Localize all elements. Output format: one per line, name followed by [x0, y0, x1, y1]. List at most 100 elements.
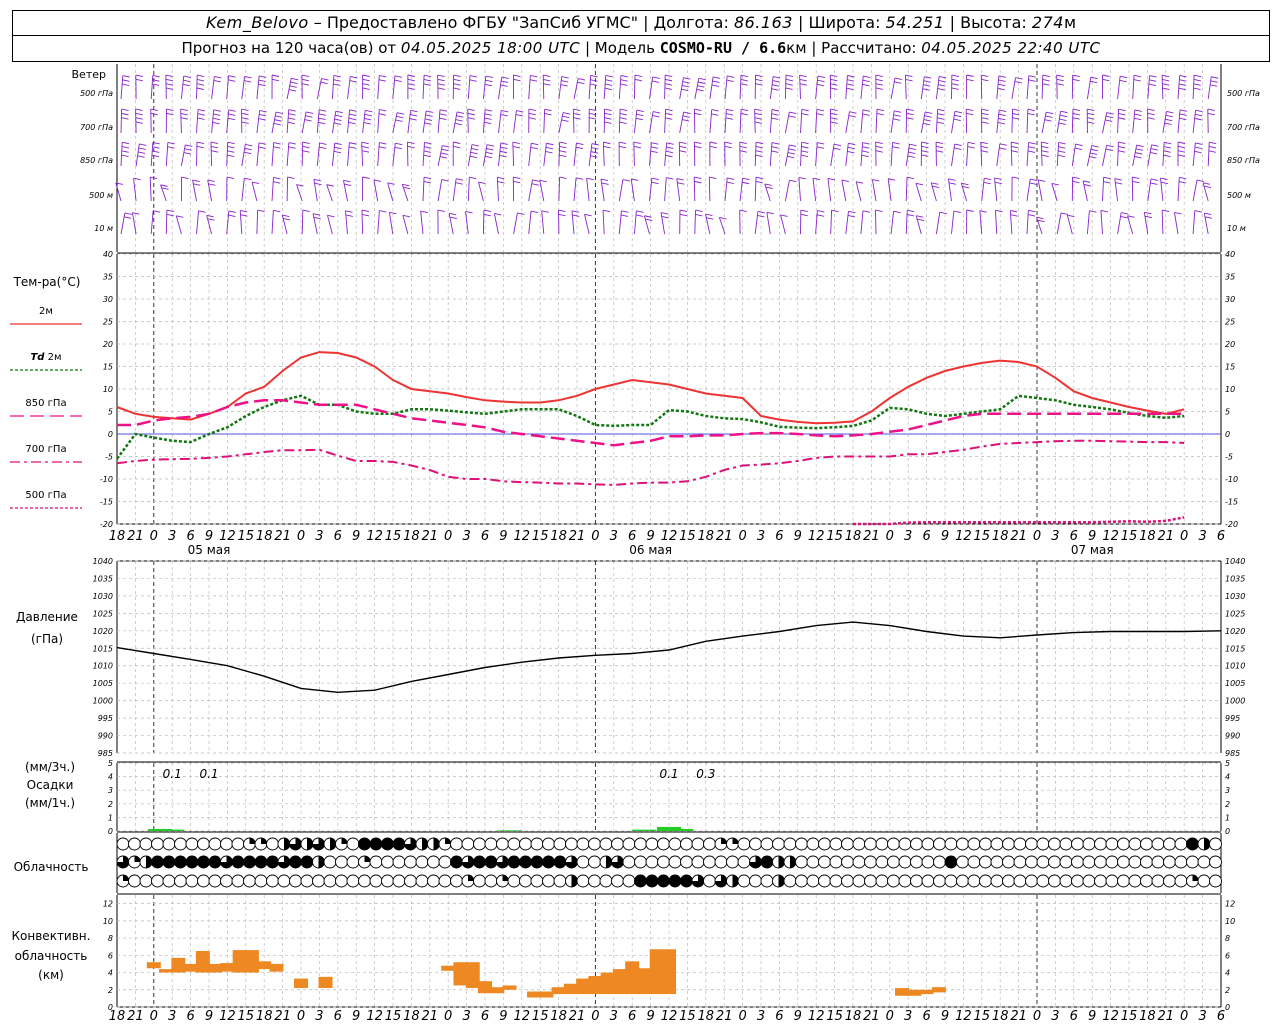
cloud-circle — [208, 874, 222, 888]
cloud-circle — [450, 837, 463, 851]
temp-xtick: 12 — [366, 529, 383, 544]
wind-barb — [496, 177, 499, 202]
wind-barb-flag — [604, 121, 612, 124]
wind-barb-flag — [513, 180, 521, 184]
wind-barb-flag — [695, 213, 703, 217]
prec-ytick-left: 1 — [108, 813, 113, 822]
temp-xtick: 12 — [219, 529, 236, 544]
wind-barb-flag — [1072, 108, 1081, 112]
cloud-circle — [887, 874, 900, 888]
conv-bar — [232, 950, 247, 973]
wind-barb — [401, 184, 409, 202]
cloud-circle — [1209, 874, 1222, 888]
wind-barb-flag — [1045, 115, 1053, 118]
wind-barb — [1086, 77, 1092, 100]
wind-barb-flag — [1072, 180, 1080, 184]
cloud-full — [473, 856, 486, 868]
cloud-circle — [1105, 855, 1119, 869]
wind-barb-flag — [799, 83, 808, 86]
cloud-circle — [680, 837, 693, 851]
wind-barb-flag — [180, 117, 189, 120]
wind-barb — [1174, 212, 1179, 235]
wind-barb-flag — [924, 115, 932, 118]
wind-barb — [724, 75, 728, 100]
wind-barb — [739, 178, 743, 202]
temp-xtick: 0 — [591, 529, 599, 544]
cloud-fill — [732, 838, 739, 844]
cloud-full — [301, 856, 313, 868]
wind-barb-flag — [227, 141, 235, 145]
wind-barb-flag — [1056, 83, 1064, 86]
conv-xtick: 3 — [1051, 1009, 1059, 1024]
cloud-circle — [392, 874, 406, 888]
wind-barb-flag — [528, 108, 537, 111]
cloud-circle — [358, 874, 371, 888]
cloud-circle — [1094, 855, 1107, 869]
wind-barb-flag — [620, 108, 628, 112]
wind-barb-flag — [875, 78, 883, 82]
cloud-circle — [921, 855, 935, 869]
wind-barb-flag — [301, 74, 310, 77]
wind-barb-flag — [183, 75, 191, 78]
wind-barb-flag — [619, 112, 628, 116]
wind-barb — [256, 142, 260, 167]
wind-barb-flag — [541, 210, 549, 213]
cloud-circle — [726, 855, 739, 869]
cloud-circle — [749, 837, 762, 851]
temp-xtick: 15 — [1121, 529, 1138, 544]
wind-barb-flag — [1132, 176, 1140, 179]
pres-ytick-right: 990 — [1225, 732, 1240, 741]
wind-barb — [994, 177, 998, 202]
cloud-circle — [174, 837, 187, 851]
wind-barb — [180, 75, 185, 100]
conv-ytick-left: 4 — [108, 969, 113, 978]
wind-barb-flag — [572, 214, 580, 217]
wind-barb-flag — [922, 88, 930, 91]
wind-barb-flag — [1011, 145, 1019, 149]
legend-700: 700 гПа — [25, 444, 67, 455]
temp-xtick: 6 — [186, 529, 194, 544]
cloud-circle — [875, 874, 889, 888]
wind-barb-flag — [636, 113, 644, 117]
cloud-circle — [910, 837, 923, 851]
wind-barb — [1010, 142, 1013, 167]
wind-barb-flag — [287, 121, 295, 125]
wind-barb — [326, 184, 333, 202]
wind-barb-flag — [437, 87, 445, 90]
conv-xtick: 18 — [403, 1009, 420, 1024]
wind-barb-flag — [1178, 181, 1187, 184]
wind-barb — [1161, 210, 1164, 235]
cloud-circle — [898, 855, 912, 869]
wind-barb-flag — [785, 87, 793, 90]
wind-barb-flag — [424, 146, 432, 149]
wind-barb-flag — [1179, 79, 1187, 82]
pres-ytick-left: 1015 — [93, 644, 113, 653]
conv-xtick: 3 — [462, 1009, 470, 1024]
wind-barb-flag — [327, 214, 335, 218]
conv-xtick: 15 — [974, 1009, 991, 1024]
pres-ytick-left: 990 — [98, 732, 113, 741]
prec-ytick-right: 2 — [1225, 800, 1230, 809]
cloud-circle — [1163, 837, 1176, 851]
wind-barb-flag — [485, 79, 493, 83]
wind-barb-flag — [1179, 75, 1187, 78]
conv-xtick: 9 — [499, 1009, 507, 1024]
wind-barb — [996, 75, 1000, 100]
wind-barb-flag — [196, 141, 205, 144]
cloud-circle — [266, 837, 279, 851]
wind-barb-flag — [1028, 75, 1036, 78]
cloud-circle — [300, 874, 314, 888]
cloud-full — [531, 856, 543, 868]
wind-barb-flag — [207, 218, 215, 221]
wind-barb-flag — [1148, 83, 1157, 86]
cloud-circle — [484, 874, 498, 888]
temp-ytick-right: 15 — [1225, 363, 1235, 372]
wind-barb-flag — [362, 74, 370, 77]
wind-barb-flag — [619, 121, 627, 124]
cloud-circle — [841, 837, 854, 851]
conv-bar — [527, 991, 542, 998]
temp-xtick: 9 — [1088, 529, 1096, 544]
cloud-circle — [806, 837, 820, 851]
pres-ytick-right: 1035 — [1225, 574, 1245, 583]
cloud-circle — [944, 837, 958, 851]
